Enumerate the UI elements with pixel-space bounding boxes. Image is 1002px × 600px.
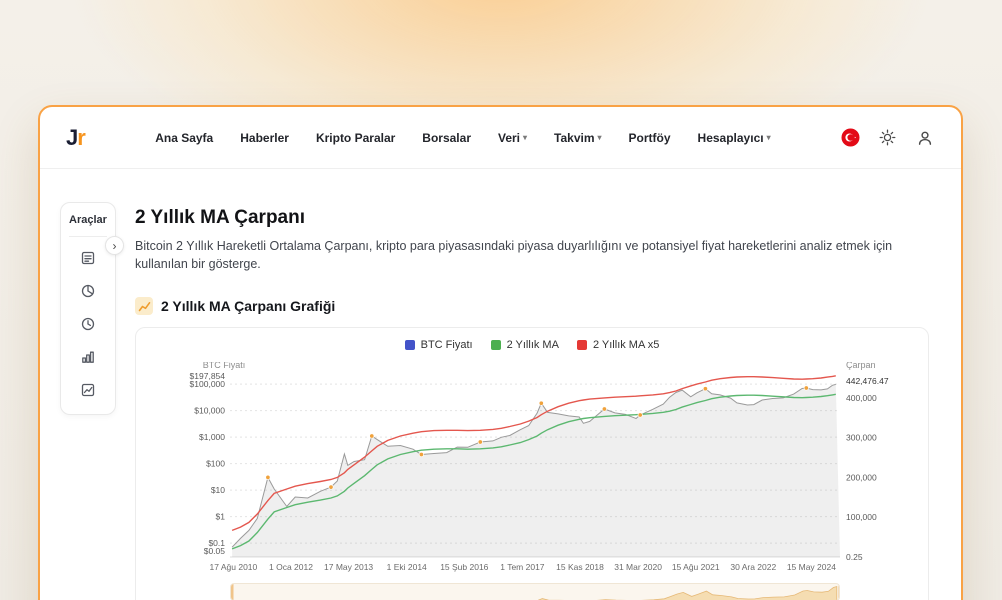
svg-text:Çarpan: Çarpan (846, 362, 876, 370)
svg-text:1 Oca 2012: 1 Oca 2012 (269, 562, 313, 572)
svg-text:15 Kas 2018: 15 Kas 2018 (556, 562, 604, 572)
svg-text:100,000: 100,000 (846, 512, 877, 522)
svg-text:17 Ağu 2010: 17 Ağu 2010 (210, 562, 258, 572)
chart-legend: BTC Fiyatı 2 Yıllık MA 2 Yıllık MA x5 (145, 336, 919, 354)
legend-swatch (405, 340, 415, 350)
app-window: Jr Ana Sayfa Haberler Kripto Paralar Bor… (38, 105, 963, 600)
theme-sun-icon[interactable] (878, 128, 898, 148)
legend-2y-ma-x5[interactable]: 2 Yıllık MA x5 (577, 339, 659, 351)
svg-text:$1: $1 (216, 512, 226, 522)
nav-takvim[interactable]: Takvim ▾ (554, 131, 601, 145)
legend-label: 2 Yıllık MA x5 (593, 339, 659, 351)
tools-sidebar: Araçlar › (60, 202, 116, 415)
sidebar-expand-button[interactable]: › (105, 236, 124, 255)
legend-swatch (577, 340, 587, 350)
legend-btc-price[interactable]: BTC Fiyatı (405, 339, 473, 351)
nav-portfoy[interactable]: Portföy (629, 131, 671, 145)
nav-borsalar[interactable]: Borsalar (422, 131, 471, 145)
chart-section-header: 2 Yıllık MA Çarpanı Grafiği (135, 297, 929, 315)
page-description: Bitcoin 2 Yıllık Hareketli Ortalama Çarp… (135, 238, 929, 273)
svg-text:300,000: 300,000 (846, 433, 877, 443)
nav-haberler[interactable]: Haberler (240, 131, 289, 145)
svg-text:15 May 2024: 15 May 2024 (787, 562, 836, 572)
svg-text:BTC Fiyatı: BTC Fiyatı (203, 362, 246, 370)
svg-text:30 Ara 2022: 30 Ara 2022 (730, 562, 776, 572)
svg-text:$10: $10 (211, 485, 225, 495)
logo-dark-letter: J (66, 125, 77, 150)
chart-navigator[interactable] (230, 583, 840, 600)
svg-text:$1,000: $1,000 (199, 432, 225, 442)
nav-hesaplayici-label: Hesaplayıcı (698, 131, 764, 145)
pie-chart-icon[interactable] (61, 274, 115, 307)
nav-veri-label: Veri (498, 131, 520, 145)
page-title: 2 Yıllık MA Çarpanı (135, 207, 929, 229)
main-nav: Ana Sayfa Haberler Kripto Paralar Borsal… (155, 131, 770, 145)
svg-text:1 Eki 2014: 1 Eki 2014 (387, 562, 427, 572)
chart-section-icon (135, 297, 153, 315)
svg-text:442,476.47: 442,476.47 (846, 376, 889, 386)
svg-text:$100: $100 (206, 459, 225, 469)
user-icon[interactable] (915, 128, 935, 148)
legend-2y-ma[interactable]: 2 Yıllık MA (491, 339, 559, 351)
nav-ana-sayfa[interactable]: Ana Sayfa (155, 131, 213, 145)
chart-card: BTC Fiyatı 2 Yıllık MA 2 Yıllık MA x5 BT… (135, 327, 929, 600)
svg-text:1 Tem 2017: 1 Tem 2017 (500, 562, 545, 572)
svg-text:31 Mar 2020: 31 Mar 2020 (614, 562, 662, 572)
chart-section-title: 2 Yıllık MA Çarpanı Grafiği (161, 298, 335, 314)
nav-veri[interactable]: Veri▾ (498, 131, 527, 145)
chevron-down-icon: ▾ (598, 134, 602, 142)
ma-multiplier-chart[interactable]: BTC FiyatıÇarpan$197,854$100,000$10,000$… (145, 362, 925, 577)
legend-label: BTC Fiyatı (421, 339, 473, 351)
main-content: 2 Yıllık MA Çarpanı Bitcoin 2 Yıllık Har… (135, 169, 929, 600)
nav-takvim-label: Takvim (554, 131, 594, 145)
svg-text:$0.05: $0.05 (204, 546, 226, 556)
legend-swatch (491, 340, 501, 350)
nav-kripto-paralar[interactable]: Kripto Paralar (316, 131, 395, 145)
legend-label: 2 Yıllık MA (507, 339, 559, 351)
svg-text:17 May 2013: 17 May 2013 (324, 562, 373, 572)
svg-text:0.25: 0.25 (846, 552, 863, 562)
turkish-flag-icon[interactable] (841, 128, 861, 148)
chevron-down-icon: ▾ (523, 134, 527, 142)
logo[interactable]: Jr (66, 125, 85, 151)
history-clock-icon[interactable] (61, 307, 115, 340)
logo-accent-letter: r (77, 125, 85, 150)
bar-chart-icon[interactable] (61, 340, 115, 373)
chevron-down-icon: ▾ (767, 134, 771, 142)
nav-hesaplayici[interactable]: Hesaplayıcı▾ (698, 131, 771, 145)
sidebar-title: Araçlar (61, 203, 115, 236)
svg-text:400,000: 400,000 (846, 393, 877, 403)
svg-text:$10,000: $10,000 (194, 406, 225, 416)
svg-text:15 Şub 2016: 15 Şub 2016 (440, 562, 488, 572)
svg-text:15 Ağu 2021: 15 Ağu 2021 (672, 562, 720, 572)
svg-text:200,000: 200,000 (846, 472, 877, 482)
navbar-actions (841, 128, 935, 148)
navbar: Jr Ana Sayfa Haberler Kripto Paralar Bor… (40, 107, 961, 169)
divider (69, 236, 107, 237)
line-chart-icon[interactable] (61, 373, 115, 406)
svg-text:$100,000: $100,000 (190, 379, 226, 389)
